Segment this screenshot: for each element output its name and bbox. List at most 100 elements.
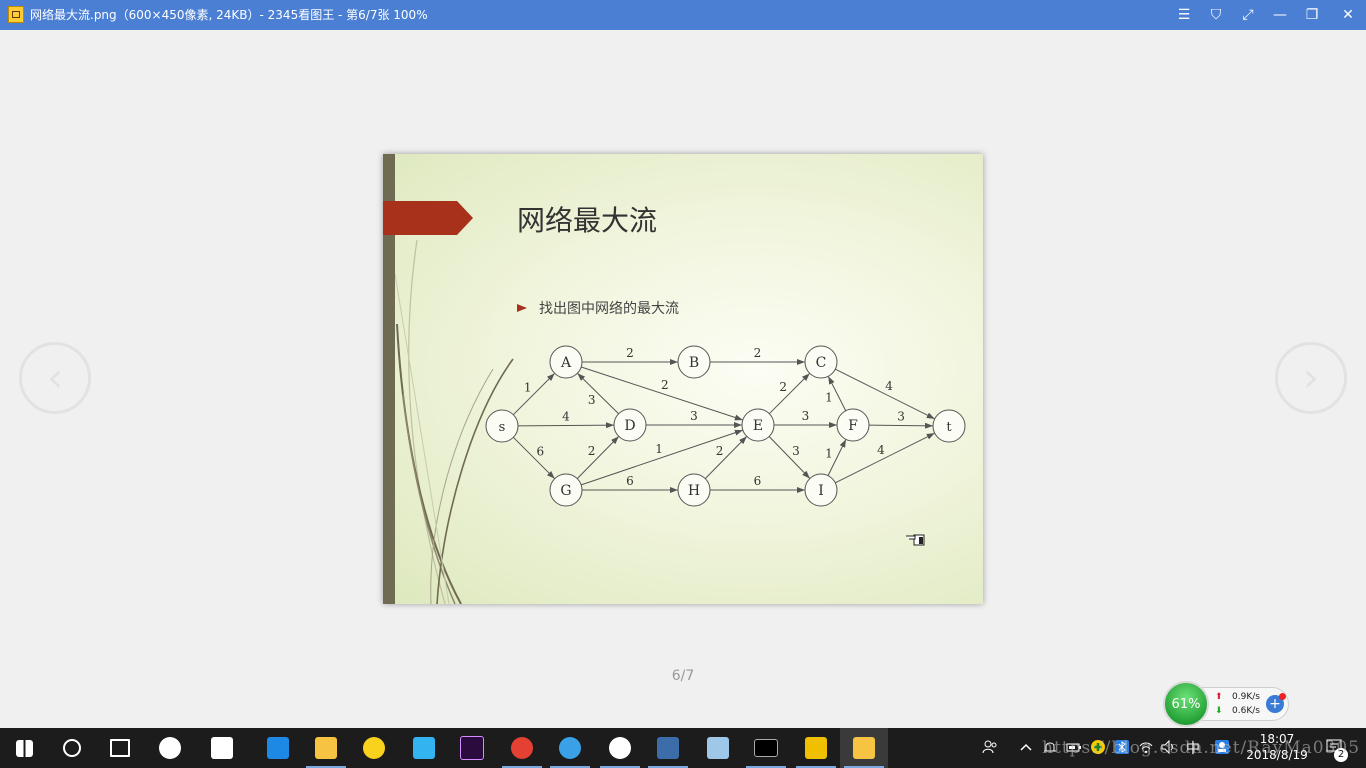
title-bar: 网络最大流.png（600×450像素, 24KB）- 2345看图王 - 第6… <box>0 0 1366 30</box>
expand-icon: ⤢ <box>1242 7 1254 23</box>
memory-usage-ball[interactable]: 61% <box>1163 681 1209 727</box>
graph-edge-label: 2 <box>716 444 724 458</box>
displayed-image: 网络最大流 找出图中网络的最大流 1 4 6 2 2 3 3 2 1 6 2 6 2 2 3 3 1 1 4 3 4 s A… <box>383 154 983 604</box>
graph-edge-label: 6 <box>626 474 634 488</box>
file-explorer-icon <box>315 737 337 759</box>
graph-edge-label: 6 <box>537 445 545 459</box>
fullscreen-button[interactable]: ⤢ <box>1232 0 1264 30</box>
taskbar-app-wechat[interactable] <box>596 728 644 768</box>
taskbar-app-file-explorer[interactable] <box>302 728 350 768</box>
download-speed: 0.6K/s <box>1232 706 1260 716</box>
graph-edge-label: 1 <box>655 442 663 456</box>
minimize-button[interactable]: — <box>1264 0 1296 30</box>
upload-speed: 0.9K/s <box>1232 692 1260 702</box>
cortana-icon <box>63 739 81 757</box>
taskbar-app-tools[interactable] <box>792 728 840 768</box>
chrome-icon <box>511 737 533 759</box>
taskbar-app-pinwheel[interactable] <box>146 728 194 768</box>
restore-icon: ❐ <box>1305 7 1319 23</box>
bullet-text: 找出图中网络的最大流 <box>539 301 679 317</box>
taskbar-app-ie[interactable] <box>198 728 246 768</box>
graph-node-label: t <box>946 420 952 435</box>
video-player-icon <box>413 737 435 759</box>
taskbar-app-task-view[interactable] <box>96 728 144 768</box>
graph-edge-F-t <box>868 422 934 429</box>
graph-edge-label: 1 <box>825 447 833 461</box>
taskbar-app-video-player[interactable] <box>400 728 448 768</box>
restore-button[interactable]: ❐ <box>1296 0 1328 30</box>
graph-edge-s-G <box>512 436 556 480</box>
notification-dot <box>1279 693 1286 700</box>
cmd-icon <box>754 739 778 757</box>
graph-edge-label: 2 <box>626 346 634 360</box>
network-speed-widget[interactable]: ⬆ 0.9K/s ⬇ 0.6K/s + 61% <box>1163 681 1290 727</box>
graph-edge-label: 3 <box>588 393 596 407</box>
graph-edge-s-D <box>517 422 615 429</box>
start-icon <box>15 739 33 757</box>
graph-edge-E-I <box>768 436 811 479</box>
graph-edge-label: 2 <box>754 346 762 360</box>
graph-edge-A-E <box>581 366 743 421</box>
chevron-right-icon: › <box>1303 355 1319 401</box>
taskbar-app-cortana[interactable] <box>48 728 96 768</box>
next-image-button[interactable]: › <box>1275 342 1347 414</box>
qq-music-icon <box>363 737 385 759</box>
graph-edge-label: 2 <box>779 380 787 394</box>
browser-e-icon <box>559 737 581 759</box>
pinwheel-icon <box>159 737 181 759</box>
chevron-left-icon: ‹ <box>47 355 63 401</box>
taskbar-app-premiere[interactable] <box>448 728 496 768</box>
chevron-up-icon[interactable] <box>1018 739 1034 755</box>
taskbar-app-image-viewer[interactable] <box>840 728 888 768</box>
speed-panel: ⬆ 0.9K/s ⬇ 0.6K/s + <box>1199 687 1289 721</box>
taskbar-app-cmd[interactable] <box>742 728 790 768</box>
sql-tool-icon <box>657 737 679 759</box>
graph-edge-label: 3 <box>802 409 810 423</box>
shirt-icon: ⛉ <box>1210 7 1222 23</box>
upload-arrow-icon: ⬆ <box>1215 692 1223 702</box>
hand-pointer-icon <box>906 534 925 546</box>
graph-edge-G-D <box>576 436 620 479</box>
app-logo-icon <box>8 6 24 23</box>
notes-icon <box>707 737 729 759</box>
graph-edge-s-A <box>512 372 556 416</box>
people-icon[interactable] <box>982 739 998 755</box>
graph-edge-label: 1 <box>524 381 532 395</box>
graph-edge-label: 4 <box>877 443 885 457</box>
window-title: 网络最大流.png（600×450像素, 24KB）- 2345看图王 - 第6… <box>30 8 428 22</box>
graph-node-label: F <box>848 418 858 434</box>
previous-image-button[interactable]: ‹ <box>19 342 91 414</box>
taskbar-app-start[interactable] <box>0 728 48 768</box>
slide-title: 网络最大流 <box>517 204 658 237</box>
graph-node-label: E <box>753 418 763 434</box>
graph-edge-D-A <box>577 372 619 415</box>
taskbar-app-edge[interactable] <box>254 728 302 768</box>
taskbar-app-qq-music[interactable] <box>350 728 398 768</box>
menu-button[interactable]: ☰ <box>1168 0 1200 30</box>
image-viewer-icon <box>853 737 875 759</box>
close-button[interactable]: ✕ <box>1332 0 1364 30</box>
graph-edge-label: 2 <box>588 444 596 458</box>
graph-edge-label: 2 <box>661 378 669 392</box>
skin-button[interactable]: ⛉ <box>1200 0 1232 30</box>
taskbar-app-notes[interactable] <box>694 728 742 768</box>
graph-node-label: I <box>818 483 824 499</box>
page-indicator: 6/7 <box>671 668 695 684</box>
graph-node-label: D <box>624 418 635 434</box>
bullet-arrow-icon <box>517 304 527 312</box>
graph-node-label: B <box>689 355 699 371</box>
watermark-text: https://blog.csdn.net/RayMa0305 <box>1042 738 1361 758</box>
close-icon: ✕ <box>1342 7 1354 23</box>
title-arrow-tag-icon <box>383 201 473 235</box>
graph-node-label: A <box>560 355 572 371</box>
premiere-icon <box>460 736 484 760</box>
taskbar-app-chrome[interactable] <box>498 728 546 768</box>
taskbar-app-browser-e[interactable] <box>546 728 594 768</box>
taskbar-app-sql-tool[interactable] <box>644 728 692 768</box>
ie-icon <box>211 737 233 759</box>
graph-edge-label: 1 <box>825 391 833 405</box>
flow-network-graph: 1 4 6 2 2 3 3 2 1 6 2 6 2 2 3 3 1 1 4 3 4 s A B C D E F G H It <box>485 345 966 507</box>
graph-edge-label: 3 <box>690 409 698 423</box>
graph-edge-label: 3 <box>792 444 800 458</box>
wechat-icon <box>609 737 631 759</box>
